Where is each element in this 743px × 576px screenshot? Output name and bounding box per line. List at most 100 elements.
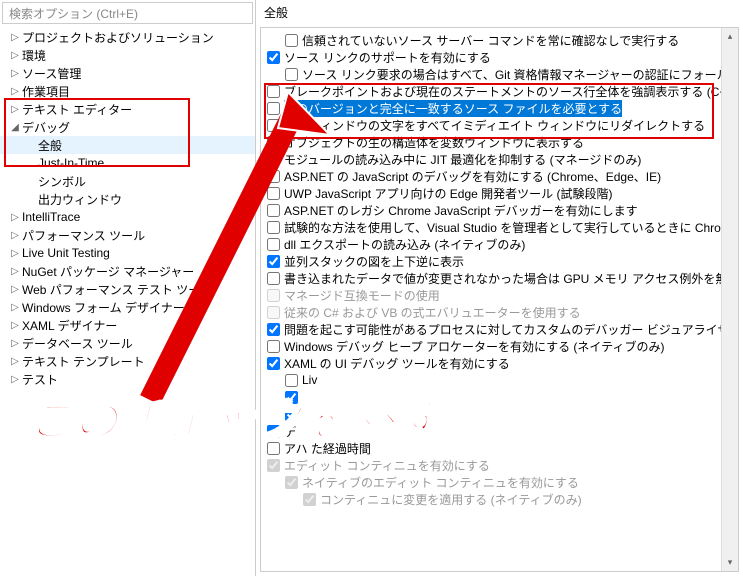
option-checkbox[interactable] [285,374,298,387]
option-row-15: マネージド互換モードの使用 [267,287,738,303]
option-row-11: 試験的な方法を使用して、Visual Studio を管理者として実行していると… [267,219,738,235]
option-label: 問題を起こす可能性があるプロセスに対してカスタムのデバッガー ビジュアライザーを… [284,321,739,338]
vertical-scrollbar[interactable]: ▴ ▾ [721,28,738,571]
tree-item-label: IntelliTrace [22,210,80,224]
tree-item-8[interactable]: シンボル [0,172,255,190]
tree-item-13[interactable]: ▷NuGet パッケージ マネージャー [0,262,255,280]
tree-item-2[interactable]: ▷ソース管理 [0,64,255,82]
option-checkbox [267,289,280,302]
tree-item-9[interactable]: 出力ウィンドウ [0,190,255,208]
option-label: ソース リンクのサポートを有効にする [284,49,491,66]
tree-item-3[interactable]: ▷作業項目 [0,82,255,100]
tree-item-18[interactable]: ▷テキスト テンプレート [0,352,255,370]
tree-item-label: テスト [22,371,58,388]
option-row-7: モジュールの読み込み中に JIT 最適化を抑制する (マネージドのみ) [267,151,738,167]
tree-item-15[interactable]: ▷Windows フォーム デザイナー [0,298,255,316]
option-checkbox[interactable] [267,119,280,132]
search-input[interactable]: 検索オプション (Ctrl+E) [2,2,253,24]
tree-item-label: シンボル [38,173,86,190]
option-checkbox[interactable] [267,255,280,268]
option-checkbox[interactable] [267,238,280,251]
option-row-10: ASP.NET のレガシ Chrome JavaScript デバッガーを有効に… [267,202,738,218]
tree-item-label: XAML デザイナー [22,317,117,334]
option-label: 書き込まれたデータで値が変更されなかった場合は GPU メモリ アクセス例外を無… [284,270,739,287]
left-tree-pane: 検索オプション (Ctrl+E) ▷プロジェクトおよびソリューション▷環境▷ソー… [0,0,256,576]
option-checkbox[interactable] [267,85,280,98]
option-checkbox[interactable] [267,204,280,217]
option-row-9: UWP JavaScript アプリ向けの Edge 開発者ツール (試験段階) [267,185,738,201]
tree-item-label: 作業項目 [22,83,70,100]
tree-item-11[interactable]: ▷パフォーマンス ツール [0,226,255,244]
option-row-5: 出力ウィンドウの文字をすべてイミディエイト ウィンドウにリダイレクトする [267,117,738,133]
tree-item-7[interactable]: Just-In-Time [0,154,255,172]
tree-arrow-icon: ▷ [8,284,22,295]
option-label: 元のバージョンと完全に一致するソース ファイルを必要とする [284,100,622,117]
option-checkbox[interactable] [285,408,298,421]
option-row-16: 従来の C# および VB の式エバリュエーターを使用する [267,304,738,320]
option-row-23: デ [267,423,738,439]
tree-item-6[interactable]: 全般 [0,136,255,154]
option-checkbox [303,493,316,506]
tree-item-label: NuGet パッケージ マネージャー [22,263,194,280]
tree-arrow-icon: ▷ [8,356,22,367]
right-header: 全般 [256,0,743,27]
option-row-20: Liv [267,372,738,388]
option-checkbox[interactable] [285,391,298,404]
option-checkbox[interactable] [285,34,298,47]
tree-item-16[interactable]: ▷XAML デザイナー [0,316,255,334]
tree-arrow-icon: ▷ [8,248,22,259]
option-row-14: 書き込まれたデータで値が変更されなかった場合は GPU メモリ アクセス例外を無… [267,270,738,286]
option-label: 従来の C# および VB の式エバリュエーターを使用する [284,304,581,321]
tree-arrow-icon: ▷ [8,212,22,223]
option-checkbox[interactable] [285,68,298,81]
tree-item-17[interactable]: ▷データベース ツール [0,334,255,352]
option-checkbox[interactable] [267,357,280,370]
tree-item-5[interactable]: ◢デバッグ [0,118,255,136]
option-row-17: 問題を起こす可能性があるプロセスに対してカスタムのデバッガー ビジュアライザーを… [267,321,738,337]
option-label: マネージド互換モードの使用 [284,287,440,304]
tree-item-label: Live Unit Testing [22,246,110,260]
tree-item-14[interactable]: ▷Web パフォーマンス テスト ツール [0,280,255,298]
option-checkbox[interactable] [267,340,280,353]
tree-arrow-icon: ▷ [8,104,22,115]
option-checkbox[interactable] [267,221,280,234]
option-checkbox[interactable] [267,187,280,200]
option-checkbox[interactable] [267,442,280,455]
scroll-up-icon[interactable]: ▴ [722,28,738,45]
option-checkbox[interactable] [267,51,280,64]
option-checkbox[interactable] [267,425,280,438]
option-label: ソース リンク要求の場合はすべて、Git 資格情報マネージャーの認証にフォールバ… [302,66,739,83]
tree-item-1[interactable]: ▷環境 [0,46,255,64]
option-row-13: 並列スタックの図を上下逆に表示 [267,253,738,269]
tree-item-19[interactable]: ▷テスト [0,370,255,388]
tree-item-0[interactable]: ▷プロジェクトおよびソリューション [0,28,255,46]
option-row-21 [267,389,738,405]
option-label: モジュールの読み込み中に JIT 最適化を抑制する (マネージドのみ) [284,151,641,168]
option-label: アハ た経過時間 [284,440,371,457]
tree-arrow-icon: ▷ [8,32,22,43]
option-checkbox[interactable] [267,272,280,285]
option-checkbox[interactable] [267,323,280,336]
option-label: ASP.NET の JavaScript のデバッグを有効にする (Chrome… [284,168,661,185]
tree-item-label: プロジェクトおよびソリューション [22,29,214,46]
tree-item-label: パフォーマンス ツール [22,227,145,244]
tree-arrow-icon: ▷ [8,374,22,385]
option-checkbox [267,306,280,319]
tree-item-label: Just-In-Time [38,156,104,170]
tree-item-10[interactable]: ▷IntelliTrace [0,208,255,226]
tree-item-label: ソース管理 [22,65,81,82]
tree-item-4[interactable]: ▷テキスト エディター [0,100,255,118]
option-checkbox[interactable] [267,136,280,149]
tree-arrow-icon: ▷ [8,320,22,331]
tree-item-label: Windows フォーム デザイナー [22,299,185,316]
option-checkbox[interactable] [267,153,280,166]
option-row-27: コンティニュに変更を適用する (ネイティブのみ) [267,491,738,507]
option-checkbox[interactable] [267,102,280,115]
right-pane: 全般 信頼されていないソース サーバー コマンドを常に確認なしで実行するソース … [256,0,743,576]
option-row-8: ASP.NET の JavaScript のデバッグを有効にする (Chrome… [267,168,738,184]
option-row-19: XAML の UI デバッグ ツールを有効にする [267,355,738,371]
scroll-down-icon[interactable]: ▾ [722,554,738,571]
option-row-0: 信頼されていないソース サーバー コマンドを常に確認なしで実行する [267,32,738,48]
tree-item-12[interactable]: ▷Live Unit Testing [0,244,255,262]
option-checkbox[interactable] [267,170,280,183]
